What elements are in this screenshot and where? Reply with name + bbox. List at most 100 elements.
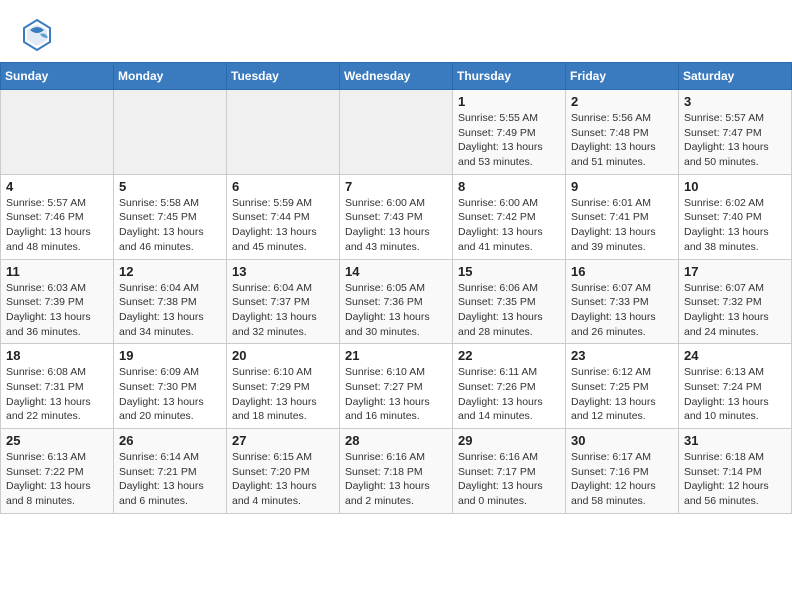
logo-icon [20, 16, 54, 54]
day-number: 20 [232, 348, 334, 363]
calendar-cell: 24 Sunrise: 6:13 AM Sunset: 7:24 PM Dayli… [679, 344, 792, 429]
day-number: 30 [571, 433, 673, 448]
day-info: Sunrise: 6:07 AM Sunset: 7:33 PM Dayligh… [571, 281, 673, 340]
day-number: 22 [458, 348, 560, 363]
day-info: Sunrise: 6:13 AM Sunset: 7:24 PM Dayligh… [684, 365, 786, 424]
calendar-cell: 8 Sunrise: 6:00 AM Sunset: 7:42 PM Daylig… [453, 174, 566, 259]
day-number: 23 [571, 348, 673, 363]
day-number: 4 [6, 179, 108, 194]
calendar-cell [114, 90, 227, 175]
calendar-cell: 1 Sunrise: 5:55 AM Sunset: 7:49 PM Daylig… [453, 90, 566, 175]
day-number: 18 [6, 348, 108, 363]
day-info: Sunrise: 6:04 AM Sunset: 7:37 PM Dayligh… [232, 281, 334, 340]
day-info: Sunrise: 6:02 AM Sunset: 7:40 PM Dayligh… [684, 196, 786, 255]
calendar-cell: 30 Sunrise: 6:17 AM Sunset: 7:16 PM Dayli… [566, 429, 679, 514]
day-info: Sunrise: 6:13 AM Sunset: 7:22 PM Dayligh… [6, 450, 108, 509]
weekday-header-saturday: Saturday [679, 63, 792, 90]
day-number: 1 [458, 94, 560, 109]
calendar-cell: 31Sunrise: 6:18 AM Sunset: 7:14 PM Dayli… [679, 429, 792, 514]
day-number: 3 [684, 94, 786, 109]
logo [20, 16, 58, 54]
day-info: Sunrise: 5:57 AM Sunset: 7:46 PM Dayligh… [6, 196, 108, 255]
weekday-header-monday: Monday [114, 63, 227, 90]
calendar-week-2: 4 Sunrise: 5:57 AM Sunset: 7:46 PM Daylig… [1, 174, 792, 259]
calendar-cell: 23 Sunrise: 6:12 AM Sunset: 7:25 PM Dayli… [566, 344, 679, 429]
calendar-cell: 12 Sunrise: 6:04 AM Sunset: 7:38 PM Dayli… [114, 259, 227, 344]
day-info: Sunrise: 6:04 AM Sunset: 7:38 PM Dayligh… [119, 281, 221, 340]
calendar-cell [1, 90, 114, 175]
day-info: Sunrise: 5:56 AM Sunset: 7:48 PM Dayligh… [571, 111, 673, 170]
calendar-cell: 28Sunrise: 6:16 AM Sunset: 7:18 PM Dayli… [340, 429, 453, 514]
weekday-header-wednesday: Wednesday [340, 63, 453, 90]
calendar-week-3: 11 Sunrise: 6:03 AM Sunset: 7:39 PM Dayli… [1, 259, 792, 344]
day-number: 5 [119, 179, 221, 194]
calendar-cell: 10Sunrise: 6:02 AM Sunset: 7:40 PM Dayli… [679, 174, 792, 259]
day-info: Sunrise: 6:00 AM Sunset: 7:42 PM Dayligh… [458, 196, 560, 255]
weekday-header-row: SundayMondayTuesdayWednesdayThursdayFrid… [1, 63, 792, 90]
calendar-cell: 7Sunrise: 6:00 AM Sunset: 7:43 PM Daylig… [340, 174, 453, 259]
calendar-week-4: 18 Sunrise: 6:08 AM Sunset: 7:31 PM Dayli… [1, 344, 792, 429]
day-info: Sunrise: 6:17 AM Sunset: 7:16 PM Dayligh… [571, 450, 673, 509]
day-info: Sunrise: 6:01 AM Sunset: 7:41 PM Dayligh… [571, 196, 673, 255]
calendar-cell: 9 Sunrise: 6:01 AM Sunset: 7:41 PM Daylig… [566, 174, 679, 259]
day-number: 21 [345, 348, 447, 363]
calendar-cell: 21 Sunrise: 6:10 AM Sunset: 7:27 PM Dayli… [340, 344, 453, 429]
header [0, 0, 792, 62]
day-number: 15 [458, 264, 560, 279]
day-number: 12 [119, 264, 221, 279]
calendar-cell: 2 Sunrise: 5:56 AM Sunset: 7:48 PM Daylig… [566, 90, 679, 175]
calendar-week-1: 1 Sunrise: 5:55 AM Sunset: 7:49 PM Daylig… [1, 90, 792, 175]
day-info: Sunrise: 6:14 AM Sunset: 7:21 PM Dayligh… [119, 450, 221, 509]
calendar-cell: 15 Sunrise: 6:06 AM Sunset: 7:35 PM Dayli… [453, 259, 566, 344]
day-info: Sunrise: 6:10 AM Sunset: 7:27 PM Dayligh… [345, 365, 447, 424]
calendar-cell: 18 Sunrise: 6:08 AM Sunset: 7:31 PM Dayli… [1, 344, 114, 429]
day-info: Sunrise: 6:05 AM Sunset: 7:36 PM Dayligh… [345, 281, 447, 340]
calendar-cell: 4 Sunrise: 5:57 AM Sunset: 7:46 PM Daylig… [1, 174, 114, 259]
day-number: 27 [232, 433, 334, 448]
day-info: Sunrise: 5:57 AM Sunset: 7:47 PM Dayligh… [684, 111, 786, 170]
calendar-cell: 27 Sunrise: 6:15 AM Sunset: 7:20 PM Dayli… [227, 429, 340, 514]
calendar-cell: 16 Sunrise: 6:07 AM Sunset: 7:33 PM Dayli… [566, 259, 679, 344]
day-info: Sunrise: 6:11 AM Sunset: 7:26 PM Dayligh… [458, 365, 560, 424]
calendar-cell: 22 Sunrise: 6:11 AM Sunset: 7:26 PM Dayli… [453, 344, 566, 429]
day-info: Sunrise: 6:10 AM Sunset: 7:29 PM Dayligh… [232, 365, 334, 424]
calendar-cell: 14 Sunrise: 6:05 AM Sunset: 7:36 PM Dayli… [340, 259, 453, 344]
day-number: 16 [571, 264, 673, 279]
day-number: 26 [119, 433, 221, 448]
day-number: 2 [571, 94, 673, 109]
day-info: Sunrise: 6:09 AM Sunset: 7:30 PM Dayligh… [119, 365, 221, 424]
calendar-week-5: 25 Sunrise: 6:13 AM Sunset: 7:22 PM Dayli… [1, 429, 792, 514]
day-info: Sunrise: 6:16 AM Sunset: 7:17 PM Dayligh… [458, 450, 560, 509]
day-info: Sunrise: 6:08 AM Sunset: 7:31 PM Dayligh… [6, 365, 108, 424]
day-number: 8 [458, 179, 560, 194]
calendar-cell: 26 Sunrise: 6:14 AM Sunset: 7:21 PM Dayli… [114, 429, 227, 514]
day-number: 24 [684, 348, 786, 363]
day-number: 13 [232, 264, 334, 279]
day-info: Sunrise: 5:55 AM Sunset: 7:49 PM Dayligh… [458, 111, 560, 170]
calendar-cell [227, 90, 340, 175]
calendar-cell: 19Sunrise: 6:09 AM Sunset: 7:30 PM Dayli… [114, 344, 227, 429]
day-number: 25 [6, 433, 108, 448]
calendar-cell: 3 Sunrise: 5:57 AM Sunset: 7:47 PM Daylig… [679, 90, 792, 175]
calendar-cell [340, 90, 453, 175]
day-info: Sunrise: 6:15 AM Sunset: 7:20 PM Dayligh… [232, 450, 334, 509]
day-info: Sunrise: 6:03 AM Sunset: 7:39 PM Dayligh… [6, 281, 108, 340]
calendar-cell: 6Sunrise: 5:59 AM Sunset: 7:44 PM Daylig… [227, 174, 340, 259]
calendar-cell: 29 Sunrise: 6:16 AM Sunset: 7:17 PM Dayli… [453, 429, 566, 514]
day-number: 11 [6, 264, 108, 279]
day-number: 9 [571, 179, 673, 194]
calendar-cell: 5 Sunrise: 5:58 AM Sunset: 7:45 PM Daylig… [114, 174, 227, 259]
calendar-cell: 25 Sunrise: 6:13 AM Sunset: 7:22 PM Dayli… [1, 429, 114, 514]
weekday-header-thursday: Thursday [453, 63, 566, 90]
day-number: 14 [345, 264, 447, 279]
calendar-cell: 20 Sunrise: 6:10 AM Sunset: 7:29 PM Dayli… [227, 344, 340, 429]
day-info: Sunrise: 5:58 AM Sunset: 7:45 PM Dayligh… [119, 196, 221, 255]
day-number: 28 [345, 433, 447, 448]
day-info: Sunrise: 6:12 AM Sunset: 7:25 PM Dayligh… [571, 365, 673, 424]
calendar-cell: 11 Sunrise: 6:03 AM Sunset: 7:39 PM Dayli… [1, 259, 114, 344]
day-info: Sunrise: 6:07 AM Sunset: 7:32 PM Dayligh… [684, 281, 786, 340]
weekday-header-sunday: Sunday [1, 63, 114, 90]
day-number: 29 [458, 433, 560, 448]
day-info: Sunrise: 6:06 AM Sunset: 7:35 PM Dayligh… [458, 281, 560, 340]
day-number: 17 [684, 264, 786, 279]
